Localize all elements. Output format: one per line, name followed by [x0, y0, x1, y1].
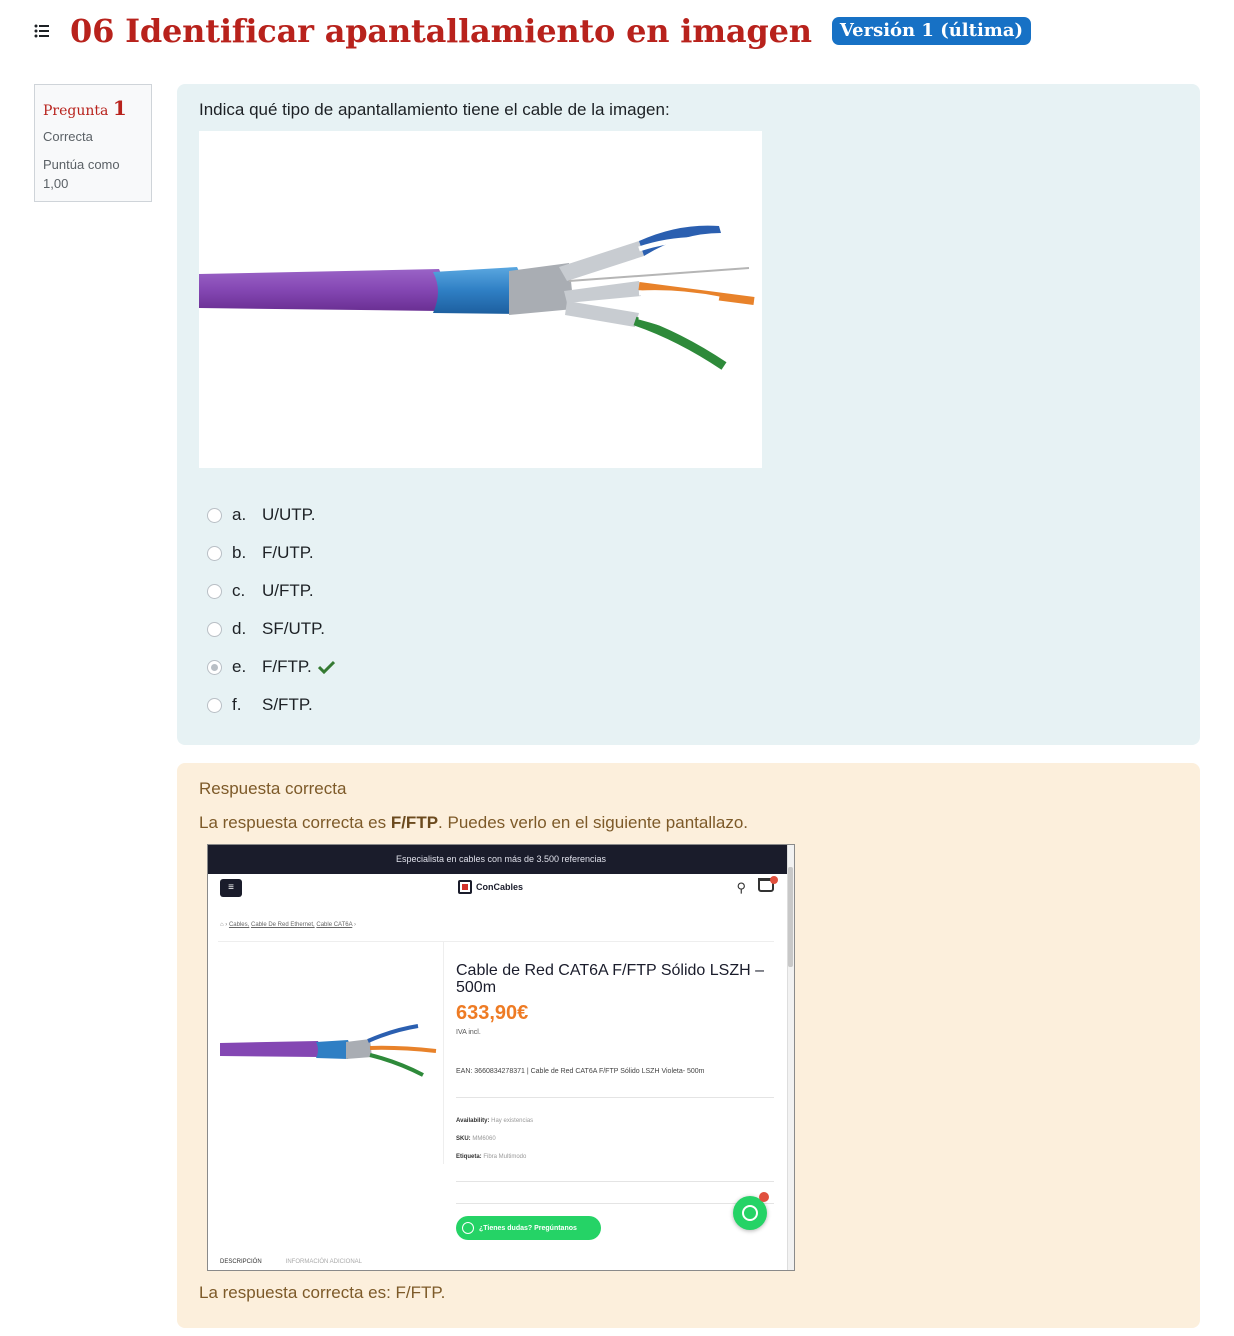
product-sku: SKU: MM6060	[456, 1136, 496, 1142]
divider	[456, 1203, 774, 1204]
product-tabs: DESCRIPCIÓN INFORMACIÓN ADICIONAL	[220, 1259, 386, 1265]
cable-image	[199, 131, 762, 468]
shop-topbar: Especialista en cables con más de 3.500 …	[208, 845, 794, 874]
question-number-value: 1	[112, 96, 127, 120]
tab-description: DESCRIPCIÓN	[220, 1259, 262, 1265]
question-number: Pregunta 1	[43, 93, 143, 123]
answer-text: SF/UTP.	[262, 619, 325, 638]
question-label: Pregunta	[43, 103, 109, 119]
answer-text: U/UTP.	[262, 505, 316, 524]
answer-list: a. U/UTP. b. F/UTP. c. U/FTP. d. SF/UTP.…	[207, 496, 335, 724]
question-formulation: Indica qué tipo de apantallamiento tiene…	[177, 84, 1200, 745]
shop-logo: ConCables	[458, 880, 523, 894]
answer-text: F/UTP.	[262, 543, 314, 562]
product-ean: EAN: 3660834278371 | Cable de Red CAT6A …	[456, 1068, 705, 1075]
meta-label: SKU:	[456, 1136, 471, 1142]
product-tag: Etiqueta: Fibra Multimodo	[456, 1154, 526, 1160]
answer-text: S/FTP.	[262, 695, 313, 714]
logo-icon	[458, 880, 472, 894]
notification-badge	[759, 1192, 769, 1202]
list-icon	[34, 24, 49, 38]
breadcrumb-link: Cable De Red Ethernet,	[250, 922, 315, 928]
answer-letter: e.	[232, 657, 247, 676]
meta-label: Etiqueta:	[456, 1154, 482, 1160]
product-availability: Availability: Hay existencias	[456, 1118, 533, 1124]
grade-label: Puntúa como	[43, 156, 120, 172]
ask-whatsapp-button: ¿Tienes dudas? Pregúntanos	[456, 1216, 601, 1240]
feedback-panel: Respuesta correcta La respuesta correcta…	[177, 763, 1200, 1328]
breadcrumb-home: ⌂ ›	[220, 922, 228, 928]
product-price: 633,90€	[456, 1002, 529, 1024]
answer-option-d[interactable]: d. SF/UTP.	[207, 610, 335, 648]
feedback-text-suffix: . Puedes verlo en el siguiente pantallaz…	[438, 813, 749, 832]
right-answer-text: La respuesta correcta es: F/FTP.	[199, 1283, 446, 1302]
meta-value: Hay existencias	[491, 1118, 534, 1124]
question-info: Pregunta 1 Correcta Puntúa como 1,00	[34, 84, 152, 202]
answer-option-e[interactable]: e. F/FTP.	[207, 648, 335, 686]
breadcrumb-link: Cables,	[228, 922, 250, 928]
divider	[456, 1097, 774, 1098]
ask-button-label: ¿Tienes dudas? Pregúntanos	[479, 1224, 577, 1232]
product-title: Cable de Red CAT6A F/FTP Sólido LSZH – 5…	[456, 962, 764, 996]
shop-nav: ≡ ConCables ⚲	[208, 874, 794, 906]
divider	[456, 1181, 774, 1182]
feedback-text-bold: F/FTP	[390, 813, 439, 832]
radio-d[interactable]	[207, 621, 222, 637]
answer-letter: d.	[232, 619, 247, 638]
answer-text: U/FTP.	[262, 581, 314, 600]
meta-value: MM6060	[472, 1136, 496, 1142]
feedback-text-prefix: La respuesta correcta es	[199, 813, 391, 832]
answer-option-b[interactable]: b. F/UTP.	[207, 534, 335, 572]
embedded-screenshot: Especialista en cables con más de 3.500 …	[207, 844, 795, 1271]
search-icon: ⚲	[736, 880, 746, 895]
answer-option-c[interactable]: c. U/FTP.	[207, 572, 335, 610]
question-text: Indica qué tipo de apantallamiento tiene…	[199, 100, 670, 119]
meta-value: Fibra Multimodo	[483, 1154, 527, 1160]
scrollbar-thumb	[788, 867, 793, 967]
logo-text: ConCables	[476, 882, 524, 892]
breadcrumb-link: Cable CAT6A	[316, 922, 353, 928]
radio-a[interactable]	[207, 507, 222, 523]
shop-breadcrumb: ⌂ › Cables, Cable De Red Ethernet, Cable…	[220, 922, 356, 928]
product-image	[218, 942, 444, 1164]
feedback-title: Respuesta correcta	[199, 779, 347, 798]
cart-badge	[770, 876, 778, 884]
answer-letter: a.	[232, 505, 247, 524]
product-tax-note: IVA incl.	[456, 1029, 481, 1036]
menu-icon: ≡	[220, 879, 242, 897]
question-state: Correcta	[43, 129, 93, 144]
check-icon	[317, 660, 335, 674]
version-badge: Versión 1 (última)	[831, 17, 1032, 45]
breadcrumb-sep: ›	[353, 922, 356, 928]
answer-option-a[interactable]: a. U/UTP.	[207, 496, 335, 534]
radio-e[interactable]	[207, 659, 222, 675]
whatsapp-icon	[462, 1222, 474, 1234]
radio-f[interactable]	[207, 697, 222, 713]
answer-text: F/FTP.	[262, 657, 312, 676]
answer-letter: b.	[232, 543, 247, 562]
answer-option-f[interactable]: f. S/FTP.	[207, 686, 335, 724]
page-title: 06 Identificar apantallamiento en imagen	[70, 12, 812, 50]
answer-letter: f.	[232, 695, 242, 714]
page-header: 06 Identificar apantallamiento en imagen…	[34, 8, 1032, 54]
radio-c[interactable]	[207, 583, 222, 599]
feedback-text: La respuesta correcta es F/FTP. Puedes v…	[199, 813, 1178, 833]
radio-b[interactable]	[207, 545, 222, 561]
meta-label: Availability:	[456, 1118, 490, 1124]
tab-additional-info: INFORMACIÓN ADICIONAL	[285, 1259, 363, 1265]
grade-value: 1,00	[43, 176, 69, 191]
answer-letter: c.	[232, 581, 246, 600]
